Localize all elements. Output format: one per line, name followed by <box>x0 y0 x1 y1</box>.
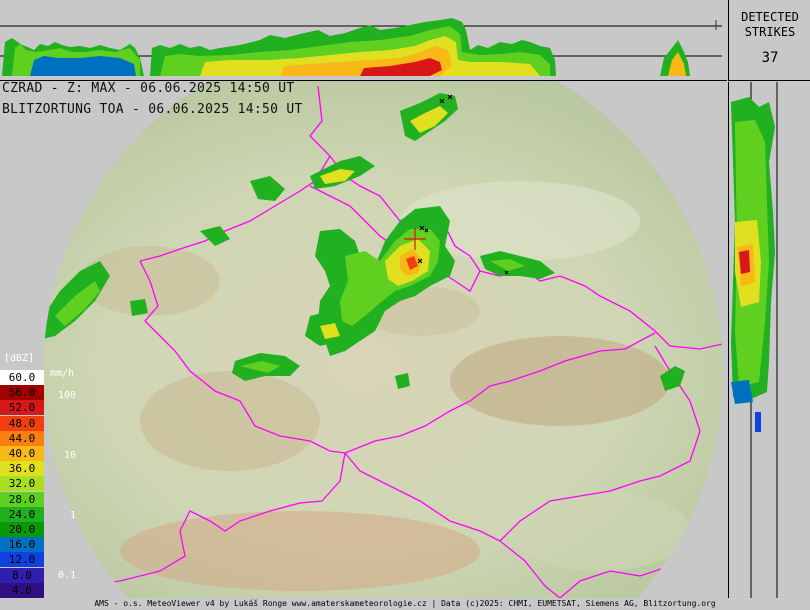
legend-level: 60.0 <box>0 370 44 385</box>
strike-label-strikes: STRIKES <box>744 25 796 39</box>
legend-level: 12.0 <box>0 552 44 568</box>
legend-level: 32.0 <box>0 476 44 492</box>
legend-level: 16.0 <box>0 537 44 553</box>
legend-level: 48.0 <box>0 415 44 431</box>
legend-level: 20.0 <box>0 522 44 537</box>
legend-level: 4.0 <box>0 582 44 598</box>
legend-level: 40.0 <box>0 446 44 461</box>
footer-credits: AMS - o.s. MeteoViewer v4 by Lukáš Ronge… <box>0 598 810 610</box>
legend-level: 44.0 <box>0 430 44 446</box>
strike-counter-panel: DETECTED STRIKES 37 <box>728 0 810 81</box>
top-cross-section-image <box>0 18 722 76</box>
right-cross-section-strip <box>728 82 783 600</box>
legend-unit-mmh: mm/h <box>50 368 75 379</box>
legend-mmh-0-1: 0.1 <box>58 570 77 581</box>
legend-level: 24.0 <box>0 506 44 522</box>
legend-level: 28.0 <box>0 491 44 507</box>
strike-count: 37 <box>761 50 779 66</box>
top-cross-section-strip <box>0 0 727 81</box>
header-lightning-product: BLITZORTUNG TOA - 06.06.2025 14:50 UT <box>2 102 303 117</box>
color-legend: [dBZ] mm/h 60.0 56.0 52.0 48.0 44.0 40.0 36.0 3… <box>0 353 80 598</box>
legend-mmh-1: 1 <box>70 510 77 521</box>
legend-level: 56.0 <box>0 385 44 401</box>
radar-map-image <box>0 81 727 599</box>
legend-mmh-100: 100 <box>58 390 77 401</box>
radar-map: CZRAD - Z: MAX - 06.06.2025 14:50 UT BLI… <box>0 81 727 599</box>
legend-level: 52.0 <box>0 400 44 416</box>
strike-label-detected: DETECTED <box>741 10 799 24</box>
right-cross-section-image <box>731 82 778 600</box>
legend-level: 8.0 <box>0 567 44 583</box>
legend-unit-dbz: [dBZ] <box>4 353 35 364</box>
legend-mmh-10: 10 <box>64 450 77 461</box>
legend-level: 36.0 <box>0 461 44 477</box>
header-radar-product: CZRAD - Z: MAX - 06.06.2025 14:50 UT <box>2 81 295 96</box>
